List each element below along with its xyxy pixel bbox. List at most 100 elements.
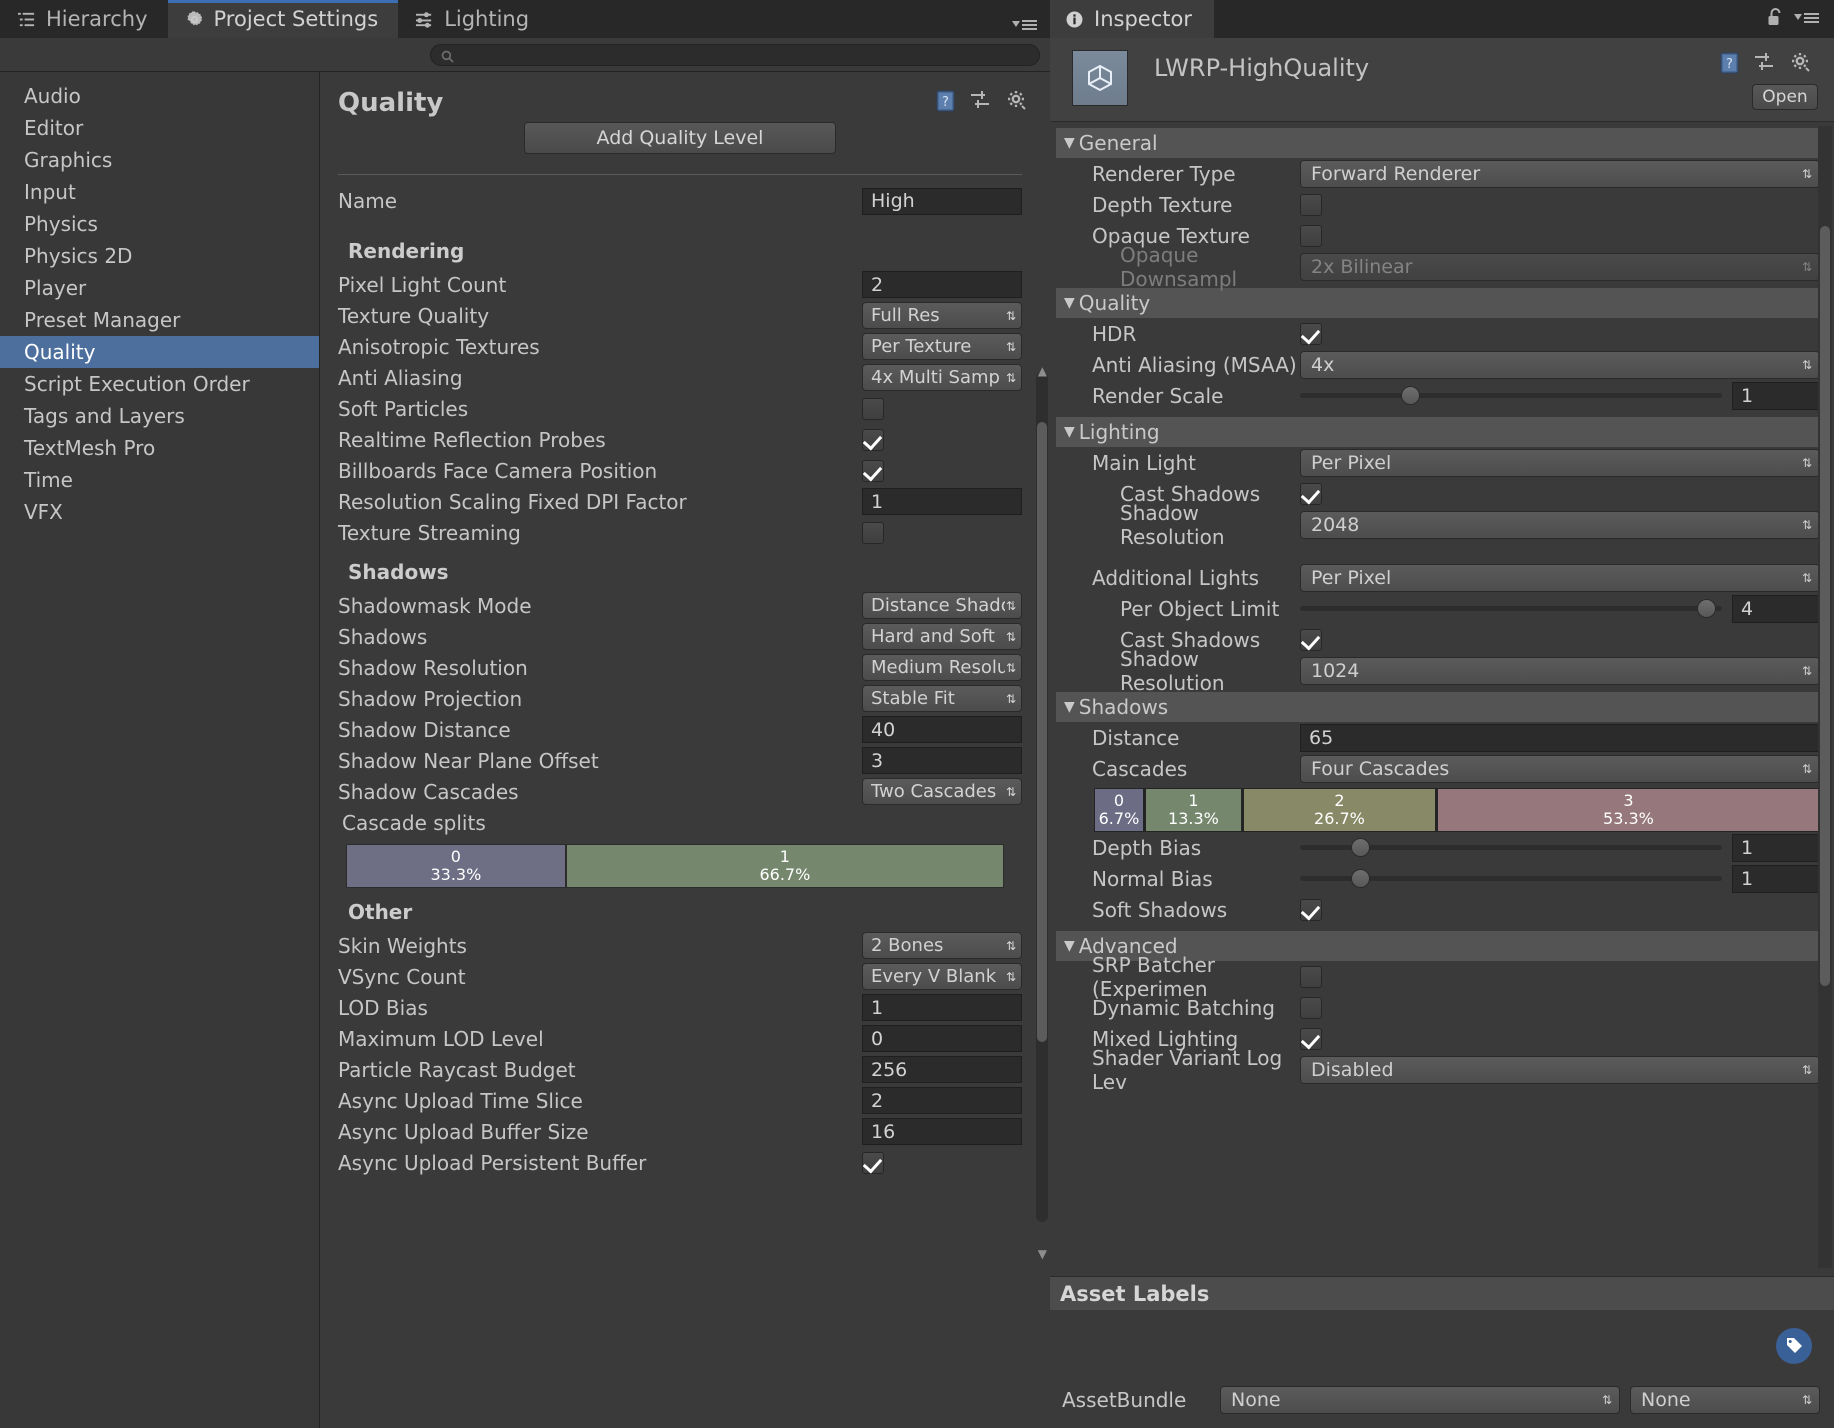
tab-lighting[interactable]: Lighting — [398, 0, 549, 38]
sidebar-item-editor[interactable]: Editor — [0, 112, 319, 144]
normal-bias-slider[interactable] — [1300, 865, 1722, 893]
soft-particles-checkbox[interactable] — [862, 397, 884, 420]
normal-bias-value-input[interactable]: 1 — [1732, 864, 1820, 893]
shadow-distance-input[interactable]: 40 — [862, 716, 1022, 743]
slider-knob[interactable] — [1350, 869, 1370, 888]
inspector-section-quality[interactable]: ▼ Quality — [1056, 288, 1824, 318]
tab-hierarchy[interactable]: Hierarchy — [0, 0, 168, 38]
async-upload-time-slice-input[interactable]: 2 — [862, 1087, 1022, 1114]
sidebar-item-tags-and-layers[interactable]: Tags and Layers — [0, 400, 319, 432]
help-icon[interactable]: ? — [936, 90, 956, 116]
shadow-projection-dropdown[interactable]: Stable Fit ⇅ — [862, 685, 1022, 712]
lock-open-icon[interactable] — [1767, 7, 1784, 31]
sidebar-item-vfx[interactable]: VFX — [0, 496, 319, 528]
cascade-segment[interactable]: 0 6.7% — [1095, 789, 1143, 831]
texture-quality-dropdown[interactable]: Full Res ⇅ — [862, 302, 1022, 329]
inspector-section-shadows[interactable]: ▼ Shadows — [1056, 692, 1824, 722]
pixel-light-count-input[interactable]: 2 — [862, 271, 1022, 298]
shadow-resolution-dropdown[interactable]: Medium Resolu ⇅ — [862, 654, 1022, 681]
slider-knob[interactable] — [1350, 838, 1370, 857]
window-menu-button[interactable] — [1012, 18, 1050, 38]
shadow-resolution-dropdown[interactable]: 1024 ⇅ — [1300, 656, 1820, 685]
dropdown-menu-icon[interactable] — [1794, 10, 1820, 29]
open-button[interactable]: Open — [1752, 84, 1818, 110]
preset-icon[interactable] — [1754, 53, 1776, 77]
cast-shadows-checkbox[interactable] — [1300, 482, 1322, 505]
sidebar-item-textmesh-pro[interactable]: TextMesh Pro — [0, 432, 319, 464]
sidebar-item-player[interactable]: Player — [0, 272, 319, 304]
async-upload-buffer-size-input[interactable]: 16 — [862, 1118, 1022, 1145]
quality-name-input[interactable]: High — [862, 187, 1022, 215]
inspector-section-lighting[interactable]: ▼ Lighting — [1056, 417, 1824, 447]
shadow-resolution-dropdown[interactable]: 2048 ⇅ — [1300, 510, 1820, 539]
renderer-type-dropdown[interactable]: Forward Renderer ⇅ — [1300, 159, 1820, 188]
search-input[interactable] — [460, 46, 1029, 63]
inspector-cascade-splits-bar[interactable]: 0 6.7% 1 13.3% 2 26.7% 3 53.3% — [1094, 788, 1820, 832]
cascade-segment[interactable]: 1 13.3% — [1145, 789, 1241, 831]
anti-aliasing-dropdown[interactable]: 4x Multi Samp ⇅ — [862, 364, 1022, 391]
settings-gear-icon[interactable] — [1790, 52, 1812, 78]
preset-icon[interactable] — [970, 91, 992, 115]
assetbundle-variant-dropdown[interactable]: None ⇅ — [1630, 1386, 1820, 1414]
sidebar-item-preset-manager[interactable]: Preset Manager — [0, 304, 319, 336]
slider-knob[interactable] — [1696, 599, 1716, 618]
shadow-cascades-dropdown[interactable]: Two Cascades ⇅ — [862, 778, 1022, 805]
shadow-near-plane-offset-input[interactable]: 3 — [862, 747, 1022, 774]
additional-lights-dropdown[interactable]: Per Pixel ⇅ — [1300, 563, 1820, 592]
billboards-face-camera-position-checkbox[interactable] — [862, 459, 884, 482]
sidebar-item-physics-2d[interactable]: Physics 2D — [0, 240, 319, 272]
depth-bias-slider[interactable] — [1300, 834, 1722, 862]
sidebar-item-input[interactable]: Input — [0, 176, 319, 208]
sidebar-item-quality[interactable]: Quality — [0, 336, 319, 368]
per-object-limit-slider[interactable] — [1300, 595, 1722, 623]
tab-inspector[interactable]: Inspector — [1050, 0, 1214, 38]
cascade-segment[interactable]: 0 33.3% — [347, 845, 565, 887]
maximum-lod-level-input[interactable]: 0 — [862, 1025, 1022, 1052]
sidebar-item-graphics[interactable]: Graphics — [0, 144, 319, 176]
slider-knob[interactable] — [1401, 386, 1421, 405]
mixed-lighting-checkbox[interactable] — [1300, 1027, 1322, 1050]
shadows-dropdown[interactable]: Hard and Soft ⇅ — [862, 623, 1022, 650]
quality-scrollbar-thumb[interactable] — [1037, 422, 1047, 1042]
tag-icon[interactable] — [1776, 1328, 1812, 1364]
async-upload-persistent-buffer-checkbox[interactable] — [862, 1151, 884, 1174]
srp-batcher-experimen-checkbox[interactable] — [1300, 965, 1322, 988]
quality-scrollbar[interactable] — [1036, 372, 1048, 1222]
hdr-checkbox[interactable] — [1300, 322, 1322, 345]
cascade-segment[interactable]: 2 26.7% — [1244, 789, 1435, 831]
depth-texture-checkbox[interactable] — [1300, 193, 1322, 216]
render-scale-value-input[interactable]: 1 — [1732, 381, 1820, 410]
shader-variant-log-lev-dropdown[interactable]: Disabled ⇅ — [1300, 1055, 1820, 1084]
cascade-segment[interactable]: 1 66.7% — [566, 845, 1003, 887]
sidebar-item-time[interactable]: Time — [0, 464, 319, 496]
cascade-segment[interactable]: 3 53.3% — [1437, 789, 1819, 831]
scroll-up-arrow[interactable]: ▲ — [1038, 364, 1047, 378]
inspector-scrollbar-thumb[interactable] — [1820, 226, 1830, 986]
realtime-reflection-probes-checkbox[interactable] — [862, 428, 884, 451]
shadowmask-mode-dropdown[interactable]: Distance Shado ⇅ — [862, 592, 1022, 619]
help-icon[interactable]: ? — [1720, 52, 1740, 78]
add-quality-level-button[interactable]: Add Quality Level — [524, 122, 836, 154]
sidebar-item-script-execution-order[interactable]: Script Execution Order — [0, 368, 319, 400]
inspector-section-general[interactable]: ▼ General — [1056, 128, 1824, 158]
tab-project-settings[interactable]: Project Settings — [167, 0, 399, 38]
main-light-dropdown[interactable]: Per Pixel ⇅ — [1300, 448, 1820, 477]
opaque-downsampl-dropdown[interactable]: 2x Bilinear ⇅ — [1300, 252, 1820, 281]
assetbundle-dropdown[interactable]: None ⇅ — [1220, 1386, 1620, 1414]
texture-streaming-checkbox[interactable] — [862, 521, 884, 544]
vsync-count-dropdown[interactable]: Every V Blank ⇅ — [862, 963, 1022, 990]
skin-weights-dropdown[interactable]: 2 Bones ⇅ — [862, 932, 1022, 959]
distance-input[interactable]: 65 — [1300, 723, 1820, 752]
cascade-splits-bar[interactable]: 0 33.3% 1 66.7% — [346, 844, 1004, 888]
soft-shadows-checkbox[interactable] — [1300, 898, 1322, 921]
search-input-wrapper[interactable] — [430, 43, 1040, 66]
particle-raycast-budget-input[interactable]: 256 — [862, 1056, 1022, 1083]
render-scale-slider[interactable] — [1300, 382, 1722, 410]
anisotropic-textures-dropdown[interactable]: Per Texture ⇅ — [862, 333, 1022, 360]
cascades-dropdown[interactable]: Four Cascades ⇅ — [1300, 754, 1820, 783]
inspector-scrollbar[interactable] — [1818, 126, 1832, 1268]
depth-bias-value-input[interactable]: 1 — [1732, 833, 1820, 862]
lod-bias-input[interactable]: 1 — [862, 994, 1022, 1021]
scroll-down-arrow[interactable]: ▼ — [1038, 1247, 1047, 1261]
anti-aliasing-msaa-dropdown[interactable]: 4x ⇅ — [1300, 350, 1820, 379]
